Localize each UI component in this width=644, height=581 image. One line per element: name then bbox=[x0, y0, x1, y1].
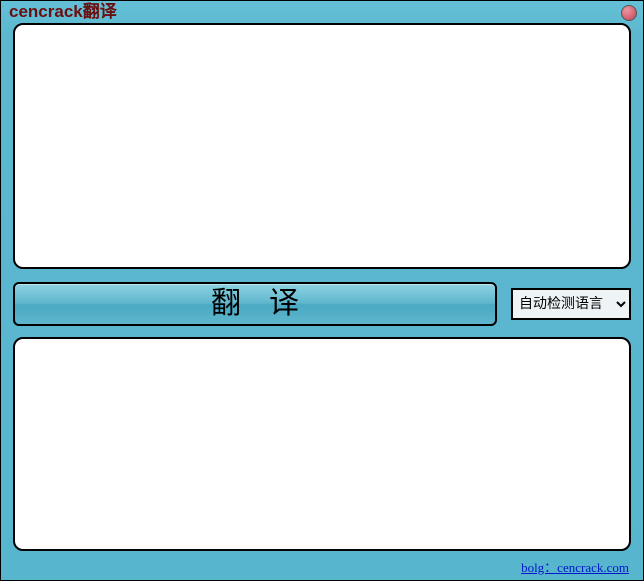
source-text-input[interactable] bbox=[15, 25, 629, 267]
output-panel bbox=[13, 337, 631, 551]
input-panel bbox=[13, 23, 631, 269]
action-row: 翻译 自动检测语言 bbox=[13, 281, 631, 327]
translate-button[interactable]: 翻译 bbox=[13, 282, 497, 326]
app-window: cencrack翻译 翻译 自动检测语言 bolg：cencrack.com bbox=[0, 0, 644, 581]
language-select-wrap: 自动检测语言 bbox=[511, 288, 631, 320]
language-select[interactable]: 自动检测语言 bbox=[513, 290, 629, 318]
window-title: cencrack翻译 bbox=[9, 1, 117, 23]
footer-link[interactable]: bolg：cencrack.com bbox=[521, 557, 629, 576]
result-text-output[interactable] bbox=[15, 339, 629, 549]
close-button[interactable] bbox=[621, 5, 637, 21]
titlebar: cencrack翻译 bbox=[1, 1, 643, 23]
